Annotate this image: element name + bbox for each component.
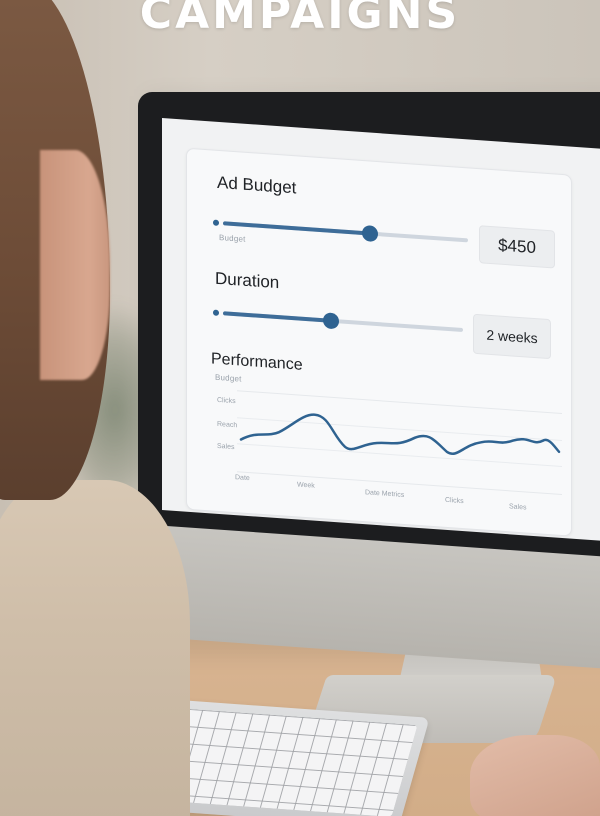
x-tick-2: Week: [297, 481, 315, 490]
ad-budget-slider-thumb[interactable]: [362, 224, 378, 243]
duration-slider[interactable]: [213, 309, 463, 333]
x-tick-5: Sales: [509, 503, 527, 512]
performance-chart: [237, 390, 562, 495]
ad-budget-slider-fill: [223, 221, 370, 236]
duration-slider-start: [213, 309, 219, 316]
y-tick-2: Reach: [217, 420, 238, 430]
person-face: [40, 150, 110, 380]
duration-label: Duration: [215, 268, 280, 293]
y-tick-1: Clicks: [217, 396, 236, 406]
x-tick-1: Date: [235, 474, 250, 483]
duration-value[interactable]: 2 weeks: [473, 313, 551, 360]
ad-budget-value[interactable]: $450: [479, 225, 555, 269]
banner-title: CAMPAIGNS: [139, 0, 461, 39]
ad-budget-slider[interactable]: [213, 219, 468, 243]
performance-label: Performance: [211, 350, 303, 374]
performance-series-line: [239, 413, 561, 455]
ad-budget-label: Ad Budget: [217, 172, 297, 198]
monitor-screen: Ad Budget Budget $450 Duration 2 weeks P…: [162, 118, 600, 542]
performance-line-chart: [239, 413, 561, 455]
duration-slider-fill: [223, 311, 331, 323]
ad-budget-caption: Budget: [219, 232, 246, 244]
x-tick-3: Date Metrics: [365, 489, 405, 499]
duration-slider-thumb[interactable]: [323, 312, 339, 330]
performance-legend-hint: Budget: [215, 372, 242, 384]
x-tick-4: Clicks: [445, 496, 464, 506]
campaign-settings-card: Ad Budget Budget $450 Duration 2 weeks P…: [186, 147, 572, 537]
person-sweater: [0, 480, 190, 816]
y-tick-3: Sales: [217, 442, 235, 452]
photo-scene: Ad Budget Budget $450 Duration 2 weeks P…: [0, 0, 600, 816]
person-hand: [470, 735, 600, 816]
ad-budget-slider-start: [213, 219, 219, 226]
keyboard-keys: [159, 708, 418, 816]
